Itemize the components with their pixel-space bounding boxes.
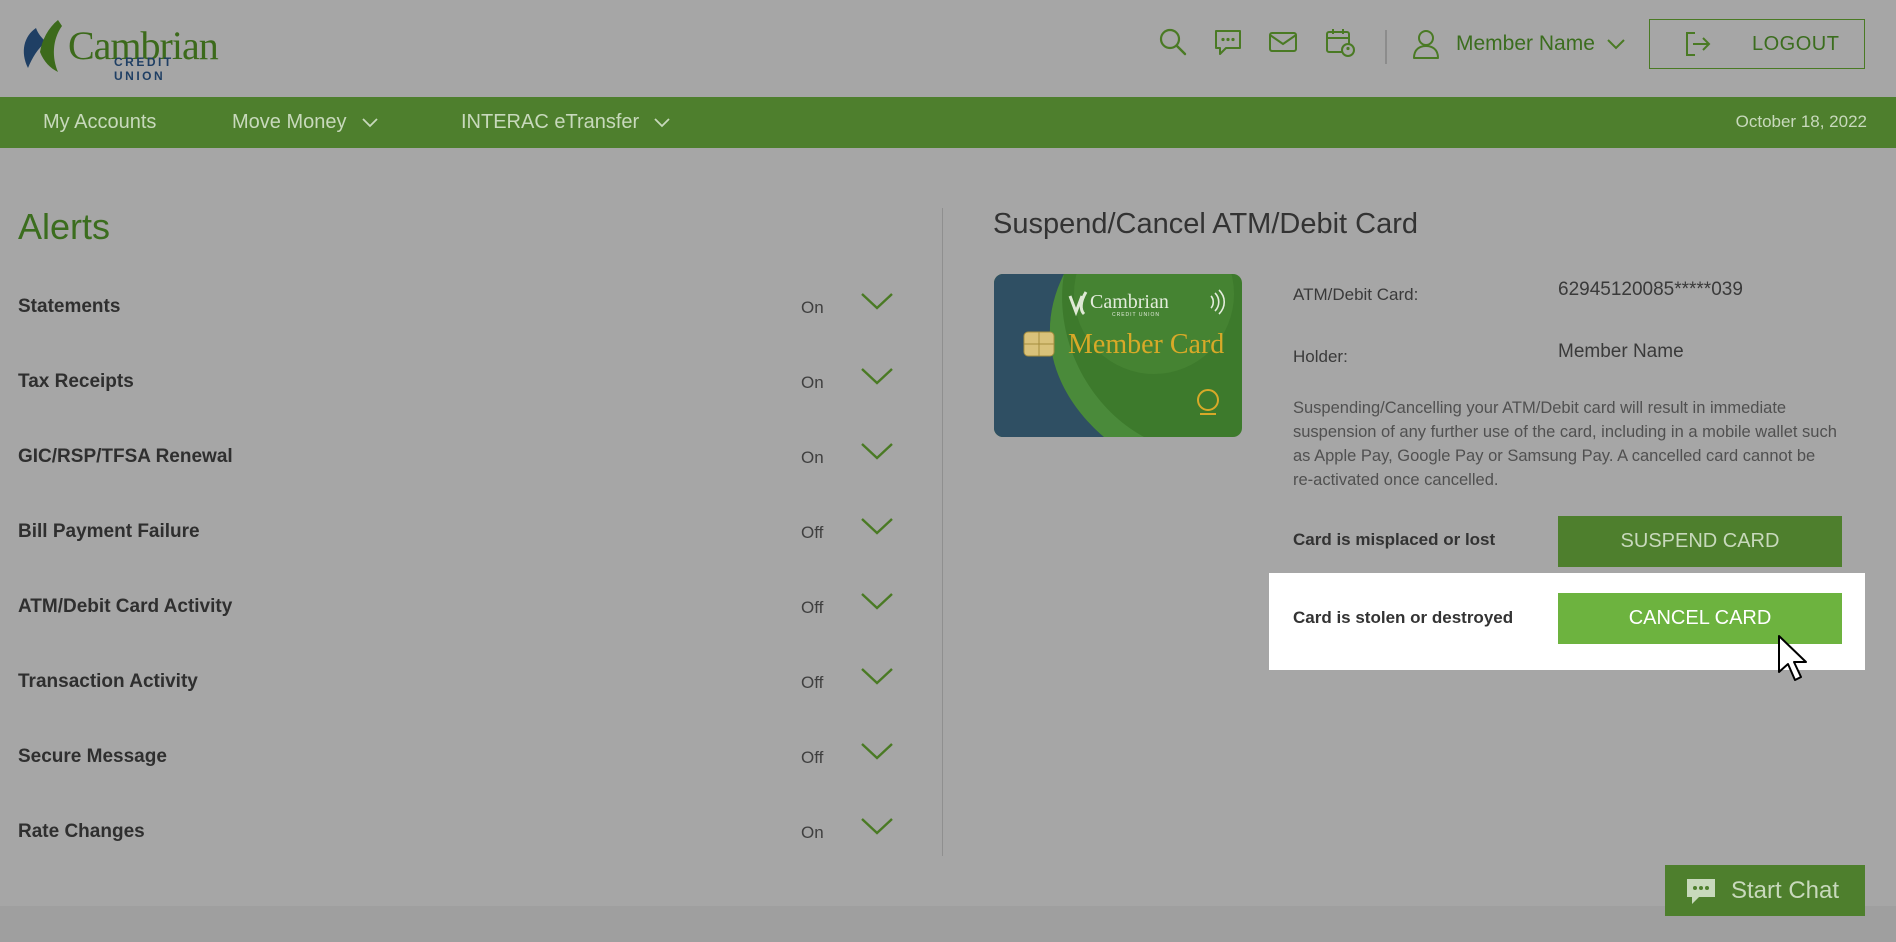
alert-status: On — [801, 448, 824, 467]
user-icon — [1413, 30, 1439, 59]
card-brand: Cambrian — [1090, 291, 1169, 313]
card-name: Member Card — [1068, 329, 1224, 360]
cancel-card-label: CANCEL CARD — [1628, 607, 1772, 629]
chevron-down-icon[interactable] — [860, 288, 894, 316]
nav-item-label: Move Money — [232, 111, 347, 133]
start-chat-button[interactable]: Start Chat — [1665, 865, 1865, 916]
main-content: Alerts Statements On Tax Receipts On GIC… — [0, 148, 1867, 906]
card-number-label: ATM/Debit Card: — [1293, 285, 1419, 304]
chevron-down-icon — [361, 117, 378, 127]
alert-row[interactable]: GIC/RSP/TFSA Renewal On — [18, 438, 898, 478]
suspend-card-label: SUSPEND CARD — [1620, 530, 1780, 552]
alert-status: Off — [801, 523, 824, 542]
chevron-down-icon[interactable] — [860, 738, 894, 766]
nav-interac-etransfer[interactable]: INTERAC eTransfer — [461, 97, 671, 148]
chat-bubble-icon — [1687, 878, 1715, 904]
alert-name: Transaction Activity — [18, 671, 198, 692]
chevron-down-icon — [654, 117, 670, 127]
member-card-image: Cambrian CREDIT UNION Member Card — [994, 274, 1242, 437]
lost-card-label: Card is misplaced or lost — [1293, 530, 1496, 549]
suspend-cancel-description: Suspending/Cancelling your ATM/Debit car… — [1293, 399, 1837, 489]
search-icon[interactable] — [1157, 26, 1189, 58]
chat-icon[interactable] — [1212, 26, 1244, 58]
chevron-down-icon[interactable] — [860, 513, 894, 541]
header: Cambrian CREDIT UNION Member Name LOGOUT — [0, 0, 1896, 97]
alert-row[interactable]: Bill Payment Failure Off — [18, 513, 898, 553]
alert-name: Tax Receipts — [18, 371, 134, 392]
alert-row[interactable]: ATM/Debit Card Activity Off — [18, 588, 898, 628]
alert-row[interactable]: Tax Receipts On — [18, 363, 898, 403]
card-panel-title: Suspend/Cancel ATM/Debit Card — [993, 208, 1419, 240]
calendar-icon[interactable] — [1324, 26, 1356, 58]
debit-card-graphic: Cambrian CREDIT UNION Member Card — [994, 274, 1242, 437]
chevron-down-icon[interactable] — [860, 663, 894, 691]
holder-value: Member Name — [1558, 341, 1684, 362]
alert-name: Rate Changes — [18, 821, 145, 842]
nav-item-label: INTERAC eTransfer — [461, 111, 640, 133]
logout-icon — [1686, 32, 1711, 56]
holder-label: Holder: — [1293, 347, 1348, 366]
mail-icon[interactable] — [1267, 26, 1299, 58]
member-name: Member Name — [1456, 32, 1595, 55]
cambrian-logo[interactable]: Cambrian CREDIT UNION — [18, 18, 228, 83]
mouse-cursor-icon — [1778, 635, 1807, 681]
main-nav: My Accounts Move Money INTERAC eTransfer… — [0, 97, 1896, 148]
alert-status: Off — [801, 598, 824, 617]
start-chat-label: Start Chat — [1731, 876, 1840, 904]
alert-status: On — [801, 373, 824, 392]
alert-row[interactable]: Rate Changes On — [18, 813, 898, 853]
chevron-down-icon — [1607, 39, 1625, 50]
alert-name: ATM/Debit Card Activity — [18, 596, 233, 617]
nav-move-money[interactable]: Move Money — [232, 97, 379, 148]
alert-row[interactable]: Statements On — [18, 288, 898, 328]
alert-status: On — [801, 298, 824, 317]
chevron-down-icon[interactable] — [860, 363, 894, 391]
logo-mark-icon — [23, 20, 62, 72]
chevron-down-icon[interactable] — [860, 813, 894, 841]
alerts-title: Alerts — [18, 206, 111, 247]
alert-status: Off — [801, 673, 824, 692]
card-number-value: 62945120085*****039 — [1558, 279, 1743, 300]
alert-row[interactable]: Transaction Activity Off — [18, 663, 898, 703]
alert-name: Bill Payment Failure — [18, 521, 200, 542]
chevron-down-icon[interactable] — [860, 438, 894, 466]
logout-label: LOGOUT — [1752, 33, 1840, 55]
column-divider — [942, 208, 943, 856]
chevron-down-icon[interactable] — [860, 588, 894, 616]
alert-name: Statements — [18, 296, 121, 317]
stolen-card-label: Card is stolen or destroyed — [1293, 608, 1514, 627]
nav-my-accounts[interactable]: My Accounts — [43, 97, 156, 148]
current-date: October 18, 2022 — [1735, 112, 1867, 131]
header-divider — [1385, 30, 1387, 64]
card-brand-sub: CREDIT UNION — [1112, 312, 1160, 318]
alert-status: On — [801, 823, 824, 842]
nav-item-label: My Accounts — [43, 111, 157, 133]
alert-name: GIC/RSP/TFSA Renewal — [18, 446, 233, 467]
alert-status: Off — [801, 748, 824, 767]
member-menu[interactable]: Member Name — [1412, 26, 1627, 62]
suspend-card-button[interactable]: SUSPEND CARD — [1558, 516, 1842, 567]
logout-button[interactable]: LOGOUT — [1649, 19, 1865, 69]
logo-subtitle: CREDIT UNION — [114, 55, 174, 83]
alert-row[interactable]: Secure Message Off — [18, 738, 898, 778]
alert-name: Secure Message — [18, 746, 167, 767]
footer-band — [0, 906, 1896, 942]
